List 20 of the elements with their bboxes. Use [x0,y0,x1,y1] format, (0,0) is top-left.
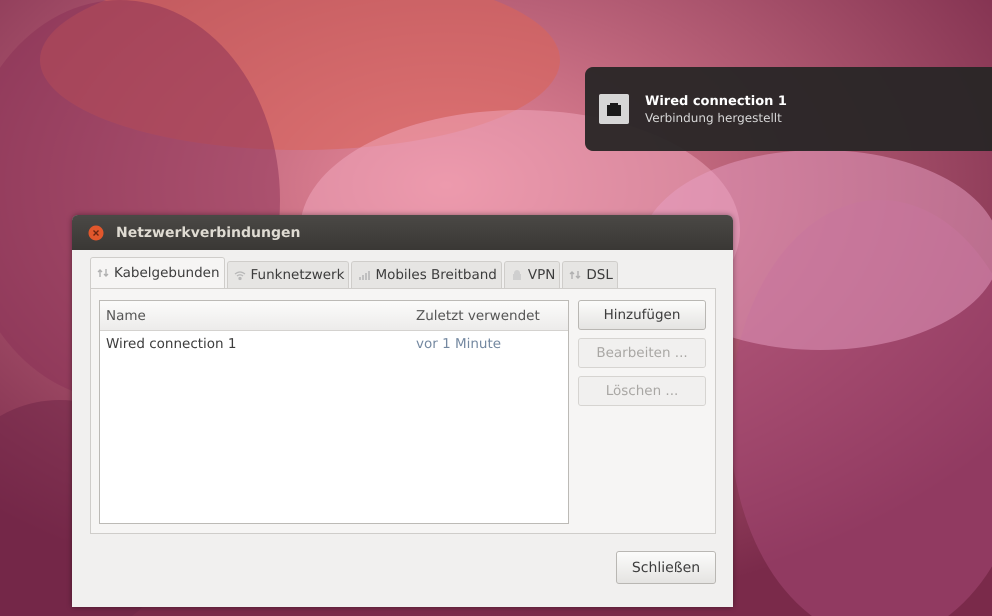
close-icon[interactable] [88,224,104,240]
notification-title: Wired connection 1 [645,94,787,108]
arrows-icon [569,269,582,281]
wifi-icon [234,269,246,281]
connection-name[interactable]: Wired connection 1 [100,336,416,352]
arrows-icon [97,267,109,279]
window-title: Netzwerkverbindungen [116,224,300,240]
network-port-icon [599,94,629,124]
tab[interactable]: Kabelgebunden [90,257,225,288]
tab[interactable]: Funknetzwerk [226,261,350,288]
notification-message: Verbindung hergestellt [645,110,783,124]
tab[interactable]: DSL [562,261,618,288]
column-header[interactable]: Zuletzt verwendet [416,308,568,324]
tab[interactable]: VPN [504,261,560,288]
last-used-time: vor 1 Minute [416,336,502,352]
action-button[interactable]: Hinzufügen [578,300,706,330]
close-button[interactable]: Schließen [616,551,716,584]
tab[interactable]: Mobiles Breitband [351,261,502,288]
column-header[interactable]: Name [100,308,416,324]
signal-bars-icon [358,269,370,281]
